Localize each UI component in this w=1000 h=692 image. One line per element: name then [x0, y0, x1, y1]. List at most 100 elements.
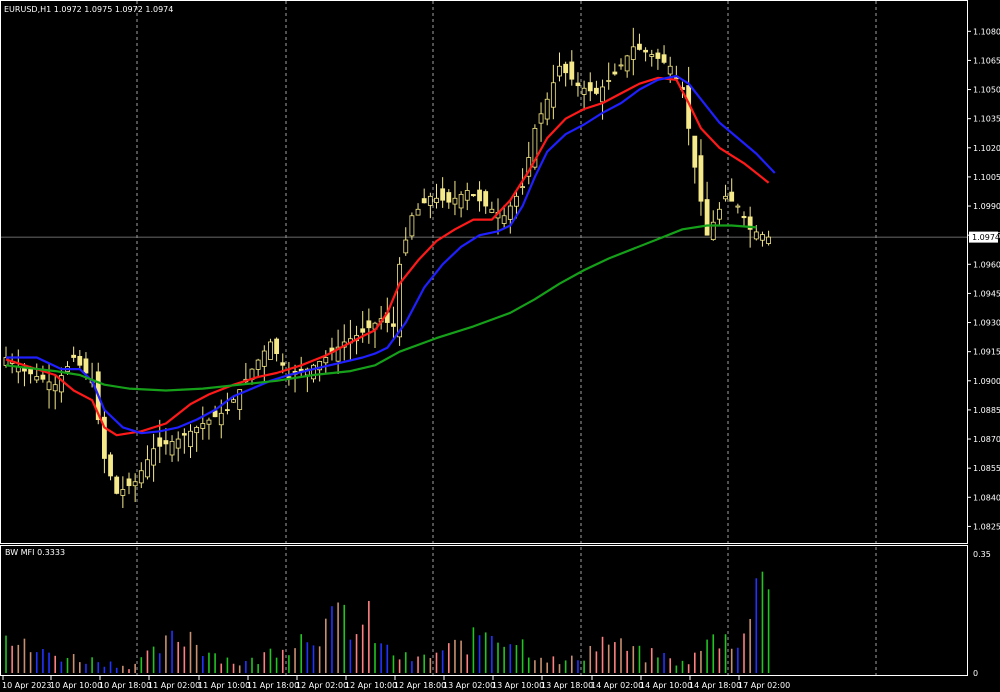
y-tick-label: 1.0825: [973, 522, 1000, 531]
candle-body: [477, 189, 482, 202]
y-tick-label: 1.1005: [973, 173, 1000, 182]
candle-body: [218, 412, 224, 426]
y-tick-label: 1.0930: [973, 319, 1000, 328]
y-tick-label: 1.0840: [973, 493, 1000, 502]
candle-body: [120, 489, 126, 496]
candle-body: [71, 354, 77, 358]
candle-body: [729, 191, 735, 202]
chart-background: [0, 0, 1000, 692]
y-tick-label: 1.0960: [973, 260, 1000, 269]
candle-body: [569, 61, 575, 80]
candle-body: [126, 478, 132, 487]
candle-body: [108, 454, 113, 477]
candle-body: [440, 188, 446, 201]
candle-body: [145, 459, 150, 478]
y-tick-label: 1.0855: [973, 464, 1000, 473]
candle-body: [741, 215, 747, 219]
candle-body: [538, 113, 544, 124]
candle-body: [766, 236, 771, 244]
candle-body: [624, 55, 630, 72]
candle-body: [489, 208, 495, 213]
candle-body: [434, 197, 439, 203]
candle-body: [544, 98, 550, 120]
candle-body: [698, 155, 704, 202]
candle-body: [77, 355, 83, 366]
y-tick-label: 1.0870: [973, 435, 1000, 444]
x-tick-label: 12 Apr 18:00: [394, 681, 446, 690]
candle-body: [366, 320, 372, 329]
candle-body: [520, 186, 525, 189]
candle-body: [458, 193, 464, 209]
candle-body: [231, 399, 236, 403]
candle-body: [483, 191, 489, 207]
candle-body: [175, 438, 181, 449]
candle-body: [52, 384, 58, 392]
candle-body: [391, 323, 396, 327]
chart-canvas[interactable]: EURUSD,H1 1.0972 1.0975 1.0972 1.0974 BW…: [0, 0, 1000, 692]
candle-body: [470, 194, 476, 197]
candle-body: [323, 357, 329, 364]
candle-body: [151, 448, 157, 466]
candle-body: [452, 197, 458, 205]
x-tick-label: 11 Apr 02:00: [148, 681, 200, 690]
candle-body: [655, 52, 661, 59]
y-tick-label: 1.1065: [973, 56, 1000, 65]
candle-body: [507, 205, 513, 220]
candle-body: [169, 441, 175, 456]
candle-body: [661, 54, 667, 63]
candle-body: [760, 234, 765, 241]
y-tick-label: 1.1050: [973, 86, 1000, 95]
candle-body: [181, 433, 187, 436]
candle-body: [637, 43, 642, 50]
candle-body: [606, 80, 612, 82]
candle-body: [753, 231, 759, 240]
candle-body: [723, 195, 728, 200]
candle-body: [138, 470, 144, 484]
x-tick-label: 14 Apr 18:00: [689, 681, 741, 690]
candle-body: [360, 328, 366, 333]
candle-body: [421, 198, 427, 204]
candle-body: [397, 263, 403, 338]
candle-body: [464, 190, 470, 201]
candle-body: [34, 376, 40, 381]
y-tick-label: 1.1020: [973, 144, 1000, 153]
candle-body: [587, 82, 593, 92]
candle-body: [415, 208, 421, 216]
candle-body: [618, 64, 624, 67]
candle-body: [630, 46, 636, 60]
candle-body: [704, 199, 710, 236]
candle-body: [446, 192, 452, 203]
candle-body: [206, 419, 212, 425]
x-tick-label: 12 Apr 10:00: [345, 681, 397, 690]
candle-body: [163, 440, 169, 445]
candle-body: [594, 87, 599, 94]
candle-body: [280, 362, 286, 366]
candle-body: [83, 358, 89, 374]
candle-body: [40, 374, 46, 380]
candle-body: [667, 65, 673, 75]
candle-body: [22, 368, 27, 372]
x-tick-label: 10 Apr 18:00: [99, 681, 151, 690]
candle-body: [563, 63, 569, 74]
candle-body: [274, 338, 280, 355]
candle-body: [157, 437, 163, 447]
x-tick-label: 11 Apr 10:00: [198, 681, 250, 690]
candle-body: [581, 87, 587, 95]
candle-body: [514, 195, 519, 207]
candle-body: [550, 82, 556, 108]
x-tick-label: 10 Apr 10:00: [50, 681, 102, 690]
candle-body: [132, 481, 138, 487]
indicator-tick-label: 0: [973, 669, 978, 678]
candle-body: [735, 205, 741, 208]
candle-body: [612, 71, 618, 75]
candle-body: [224, 409, 230, 411]
y-tick-label: 1.0900: [973, 377, 1000, 386]
y-tick-label: 1.1035: [973, 115, 1000, 124]
candle-body: [311, 364, 316, 380]
chart-title: EURUSD,H1 1.0972 1.0975 1.0972 1.0974: [4, 5, 173, 14]
y-tick-label: 1.0915: [973, 348, 1000, 357]
candle-body: [409, 215, 415, 237]
candle-body: [188, 430, 193, 448]
candle-body: [427, 195, 433, 206]
indicator-title: BW MFI 0.3333: [5, 548, 65, 557]
